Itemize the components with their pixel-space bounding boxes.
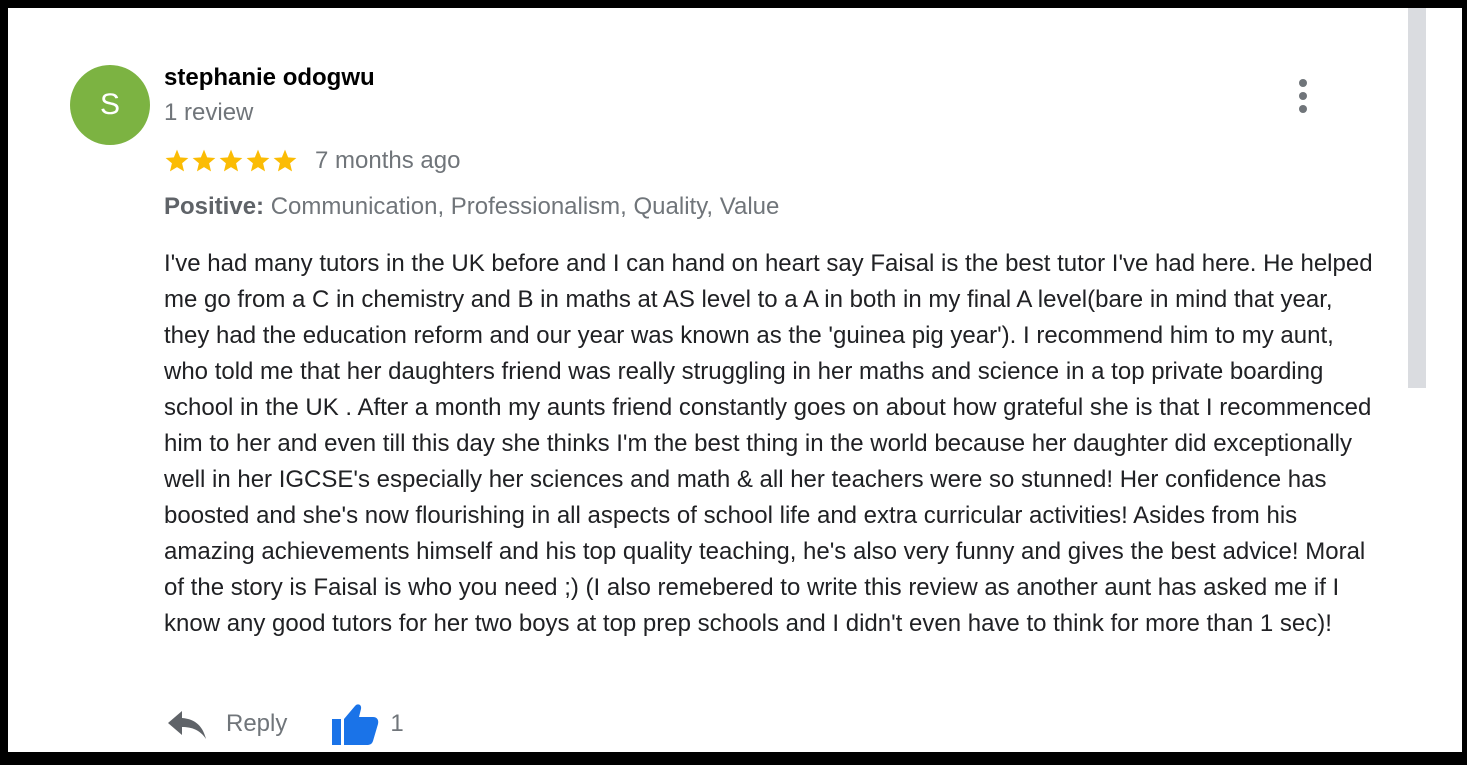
positive-label: Positive: bbox=[164, 193, 265, 220]
avatar[interactable]: S bbox=[70, 65, 150, 145]
rating-row: 7 months ago bbox=[164, 144, 460, 178]
scrollbar-thumb[interactable] bbox=[1408, 8, 1426, 388]
review-card: S stephanie odogwu 1 review 7 months ago… bbox=[8, 8, 1462, 752]
star-icon bbox=[273, 149, 297, 172]
review-actions: Reply 1 bbox=[164, 700, 404, 748]
reviewer-name[interactable]: stephanie odogwu bbox=[164, 64, 375, 92]
like-button[interactable]: 1 bbox=[331, 702, 404, 746]
star-icon bbox=[246, 149, 270, 172]
more-vertical-icon[interactable] bbox=[1289, 78, 1317, 114]
like-count: 1 bbox=[390, 710, 404, 737]
reviewer-review-count[interactable]: 1 review bbox=[164, 99, 253, 127]
scrollbar[interactable] bbox=[1408, 8, 1426, 752]
positive-values: Communication, Professionalism, Quality,… bbox=[270, 193, 780, 220]
reply-label: Reply bbox=[226, 710, 288, 737]
thumbs-up-icon bbox=[332, 704, 379, 745]
star-icon bbox=[192, 149, 216, 172]
star-icon bbox=[219, 149, 243, 172]
star-rating bbox=[164, 148, 298, 174]
star-icon bbox=[165, 149, 189, 172]
positive-attributes: Positive: Communication, Professionalism… bbox=[164, 193, 779, 221]
review-time: 7 months ago bbox=[315, 147, 461, 174]
reply-button[interactable]: Reply bbox=[164, 707, 287, 741]
reply-arrow-icon bbox=[168, 711, 206, 739]
review-text: I've had many tutors in the UK before an… bbox=[164, 250, 1373, 637]
